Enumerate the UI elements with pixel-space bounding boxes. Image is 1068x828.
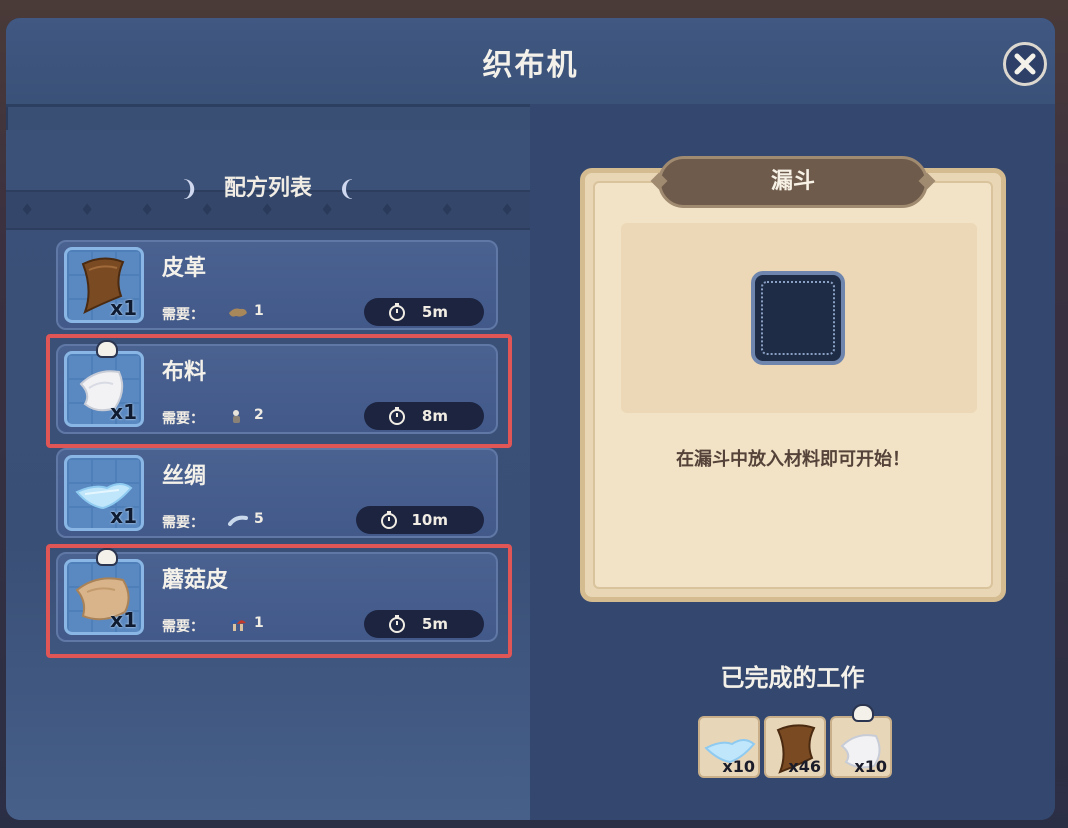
hopper-tab: 漏斗 <box>650 156 936 208</box>
recipe-name: 丝绸 <box>162 464 207 489</box>
recipe-item-silk[interactable]: x1 丝绸 需要： 5 10m <box>56 448 498 538</box>
completed-count: x10 <box>854 757 887 776</box>
recipe-list-header: ❩ 配方列表 ❨ <box>6 170 530 202</box>
close-icon <box>1014 53 1036 75</box>
close-button[interactable] <box>1003 42 1047 86</box>
need-label: 需要： <box>162 307 204 323</box>
hopper-panel-inner: 在漏斗中放入材料即可开始！ <box>593 181 993 589</box>
stopwatch-icon <box>381 511 397 529</box>
hopper-pane: 在漏斗中放入材料即可开始！ 漏斗 已完成的工作 x10 x46 x10 <box>530 104 1055 820</box>
craft-time: 10m <box>411 511 448 529</box>
need-label: 需要： <box>162 515 204 531</box>
highlight-box <box>46 544 512 658</box>
completed-title: 已完成的工作 <box>720 664 865 692</box>
completed-item-silk[interactable]: x10 <box>698 716 760 778</box>
recipe-name: 皮革 <box>162 256 207 281</box>
craft-timer: 5m <box>364 298 484 326</box>
title-bar: 织布机 <box>6 18 1055 107</box>
highlight-box <box>46 334 512 448</box>
output-quantity: x1 <box>110 296 137 320</box>
chef-hat-icon <box>852 704 874 722</box>
craft-time: 5m <box>421 303 448 321</box>
loom-window: 织布机 ♦♦♦ ♦♦♦ ♦♦♦ ❩ 配方列表 ❨ x1 皮革 需要： <box>6 18 1055 820</box>
silk-thread-icon <box>228 515 248 526</box>
completed-count: x10 <box>722 757 755 776</box>
recipe-icon-box: x1 <box>64 455 144 531</box>
right-ornament-icon: ❨ <box>337 176 357 202</box>
hide-icon <box>229 308 247 317</box>
completed-item-leather[interactable]: x46 <box>764 716 826 778</box>
completed-item-cloth[interactable]: x10 <box>830 716 892 778</box>
craft-timer: 10m <box>356 506 484 534</box>
need-count: 1 <box>254 303 264 319</box>
hopper-hint: 在漏斗中放入材料即可开始！ <box>676 449 910 470</box>
hopper-title: 漏斗 <box>770 169 815 194</box>
recipe-icon-box: x1 <box>64 247 144 323</box>
window-title: 织布机 <box>482 48 579 83</box>
output-quantity: x1 <box>110 504 137 528</box>
recipe-list-title: 配方列表 <box>223 176 312 201</box>
hopper-slot[interactable] <box>751 271 845 365</box>
completed-count: x46 <box>788 757 821 776</box>
recipe-item-leather[interactable]: x1 皮革 需要： 1 5m <box>56 240 498 330</box>
stopwatch-icon <box>389 303 405 321</box>
need-count: 5 <box>254 511 264 527</box>
hopper-area <box>621 223 977 413</box>
left-ornament-icon: ❩ <box>179 176 199 202</box>
hopper-panel: 在漏斗中放入材料即可开始！ <box>580 168 1006 602</box>
slot-border <box>761 281 835 355</box>
